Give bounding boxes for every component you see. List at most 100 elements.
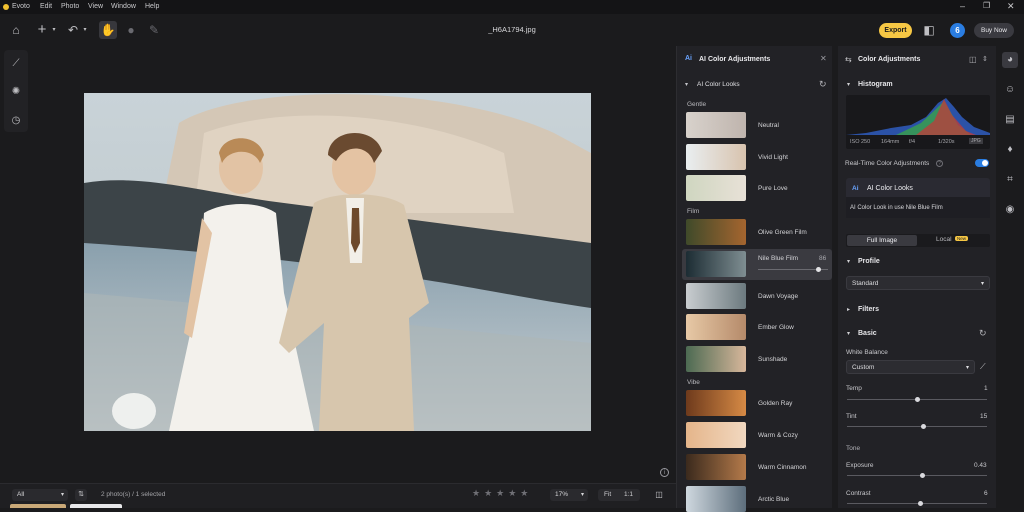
sun-icon[interactable]: ✺ bbox=[7, 83, 25, 101]
look-label: Dawn Voyage bbox=[758, 293, 799, 300]
menu-edit[interactable]: Edit bbox=[40, 3, 52, 10]
look-warm-cinnamon[interactable]: Warm Cinnamon bbox=[685, 454, 825, 480]
right-tool-rail: ◕ ☺ ▤ ♦ ⌗ ◉ bbox=[996, 46, 1024, 508]
one-to-one-button[interactable]: 1:1 bbox=[624, 491, 633, 498]
group-film: Film bbox=[687, 208, 700, 215]
look-thumb bbox=[686, 144, 746, 170]
wedding-photo bbox=[84, 93, 591, 431]
look-dawn-voyage[interactable]: Dawn Voyage bbox=[685, 283, 825, 309]
look-strength-value: 86 bbox=[819, 255, 827, 262]
notification-badge[interactable]: 6 bbox=[950, 23, 965, 38]
eyedropper-icon[interactable]: ⟋ bbox=[980, 362, 986, 372]
look-pure-love[interactable]: Pure Love bbox=[685, 175, 825, 201]
look-label: Warm & Cozy bbox=[758, 432, 798, 439]
split-view-icon[interactable]: ◫ bbox=[653, 489, 665, 501]
profile-select[interactable]: Standard ▾ bbox=[846, 276, 990, 290]
crop-icon[interactable]: ⌗ bbox=[1002, 172, 1018, 188]
close-window-icon[interactable]: ✕ bbox=[1007, 1, 1015, 12]
history-icon[interactable]: ◷ bbox=[7, 112, 25, 130]
buy-now-button[interactable]: Buy Now bbox=[974, 23, 1014, 38]
info-icon[interactable]: i bbox=[660, 468, 669, 477]
look-thumb bbox=[686, 112, 746, 138]
look-strength-slider[interactable] bbox=[758, 267, 828, 272]
menu-help[interactable]: Help bbox=[145, 3, 159, 10]
reset-icon[interactable]: ↻ bbox=[819, 79, 827, 90]
look-nile-blue-film[interactable]: Nile Blue Film 86 bbox=[685, 251, 828, 277]
look-label: Sunshade bbox=[758, 356, 788, 363]
slider-knob[interactable] bbox=[918, 501, 923, 506]
look-label: Pure Love bbox=[758, 185, 788, 192]
look-ember-glow[interactable]: Ember Glow bbox=[685, 314, 825, 340]
expand-icon[interactable]: ⇕ bbox=[982, 55, 988, 63]
scope-tabs: Full Image Local New bbox=[846, 234, 990, 247]
look-vivid-light[interactable]: Vivid Light bbox=[685, 144, 825, 170]
look-thumb bbox=[686, 251, 746, 277]
look-thumb bbox=[686, 175, 746, 201]
palette-icon[interactable]: ◕ bbox=[1002, 52, 1018, 68]
main-toolbar: ⌂ + ▾ ↶ ▾ ✋ ● ✎ _H6A1794.jpg bbox=[0, 14, 676, 46]
slider-knob[interactable] bbox=[915, 397, 920, 402]
slider-knob[interactable] bbox=[921, 424, 926, 429]
fit-button[interactable]: Fit bbox=[604, 491, 611, 498]
menu-photo[interactable]: Photo bbox=[61, 3, 79, 10]
tint-slider[interactable] bbox=[847, 424, 987, 429]
image-canvas[interactable]: i bbox=[32, 46, 676, 483]
layout-icon[interactable]: ◫ bbox=[969, 55, 977, 64]
chevron-right-icon[interactable]: ▸ bbox=[847, 306, 850, 313]
compare-icon[interactable]: ◧ bbox=[920, 21, 938, 39]
slider-knob[interactable] bbox=[815, 267, 821, 272]
sort-icon[interactable]: ⇅ bbox=[75, 489, 87, 501]
filter-select[interactable]: All ▾ bbox=[12, 489, 68, 501]
white-balance-value: Custom bbox=[852, 364, 875, 371]
look-thumb bbox=[686, 283, 746, 309]
histogram: ISO 250 164mm f/4 1/320s JPG bbox=[846, 95, 990, 149]
tint-label: Tint bbox=[846, 413, 857, 420]
face-icon[interactable]: ☺ bbox=[1002, 82, 1018, 98]
chevron-down-icon: ▾ bbox=[60, 492, 64, 498]
look-arctic-blue[interactable]: Arctic Blue bbox=[685, 486, 825, 512]
white-balance-label: White Balance bbox=[846, 349, 888, 356]
rating-stars[interactable]: ★★★★★ bbox=[472, 488, 532, 499]
background-icon[interactable]: ▤ bbox=[1002, 112, 1018, 128]
panel-title: Color Adjustments bbox=[858, 56, 921, 63]
ai-looks-title: AI Color Looks bbox=[867, 185, 913, 192]
tab-full-image[interactable]: Full Image bbox=[847, 235, 917, 246]
reset-icon[interactable]: ↻ bbox=[979, 328, 987, 339]
close-icon[interactable]: ✕ bbox=[820, 54, 827, 63]
export-button[interactable]: Export bbox=[879, 23, 912, 38]
look-olive-green-film[interactable]: Olive Green Film bbox=[685, 219, 825, 245]
look-thumb bbox=[686, 219, 746, 245]
camera-icon[interactable]: ◉ bbox=[1002, 202, 1018, 218]
white-balance-select[interactable]: Custom ▾ bbox=[846, 360, 975, 374]
chevron-down-icon[interactable]: ▾ bbox=[847, 258, 850, 265]
exposure-slider[interactable] bbox=[847, 473, 987, 478]
filmstrip-thumb[interactable] bbox=[70, 504, 122, 508]
tab-local[interactable]: Local bbox=[936, 236, 952, 243]
minimize-icon[interactable]: – bbox=[960, 1, 965, 11]
chevron-down-icon[interactable]: ▾ bbox=[685, 81, 688, 88]
menu-window[interactable]: Window bbox=[111, 3, 136, 10]
menu-view[interactable]: View bbox=[88, 3, 103, 10]
toolbar-right: Export ◧ 6 Buy Now bbox=[676, 14, 1024, 46]
filmstrip-thumb[interactable] bbox=[10, 504, 66, 508]
menu-evoto[interactable]: Evoto bbox=[12, 3, 30, 10]
look-neutral[interactable]: Neutral bbox=[685, 112, 825, 138]
help-icon[interactable]: ? bbox=[936, 160, 943, 167]
ai-color-adjustments-panel: Ai AI Color Adjustments ✕ ▾ AI Color Loo… bbox=[676, 46, 832, 512]
zoom-select[interactable]: 17% ▾ bbox=[550, 489, 588, 501]
shutter-value: 1/320s bbox=[938, 139, 955, 145]
look-golden-ray[interactable]: Golden Ray bbox=[685, 390, 825, 416]
temp-slider[interactable] bbox=[847, 397, 987, 402]
maximize-icon[interactable]: ❐ bbox=[983, 1, 990, 10]
tone-label: Tone bbox=[846, 445, 861, 452]
contrast-slider[interactable] bbox=[847, 501, 987, 506]
look-warm-cozy[interactable]: Warm & Cozy bbox=[685, 422, 825, 448]
realtime-toggle[interactable] bbox=[975, 159, 989, 167]
look-thumb bbox=[686, 314, 746, 340]
look-sunshade[interactable]: Sunshade bbox=[685, 346, 825, 372]
shirt-icon[interactable]: ♦ bbox=[1002, 142, 1018, 158]
slider-knob[interactable] bbox=[920, 473, 925, 478]
ai-adjust-icon[interactable]: ⟋ bbox=[7, 55, 25, 73]
chevron-down-icon[interactable]: ▾ bbox=[847, 330, 850, 337]
chevron-down-icon[interactable]: ▾ bbox=[847, 81, 850, 88]
